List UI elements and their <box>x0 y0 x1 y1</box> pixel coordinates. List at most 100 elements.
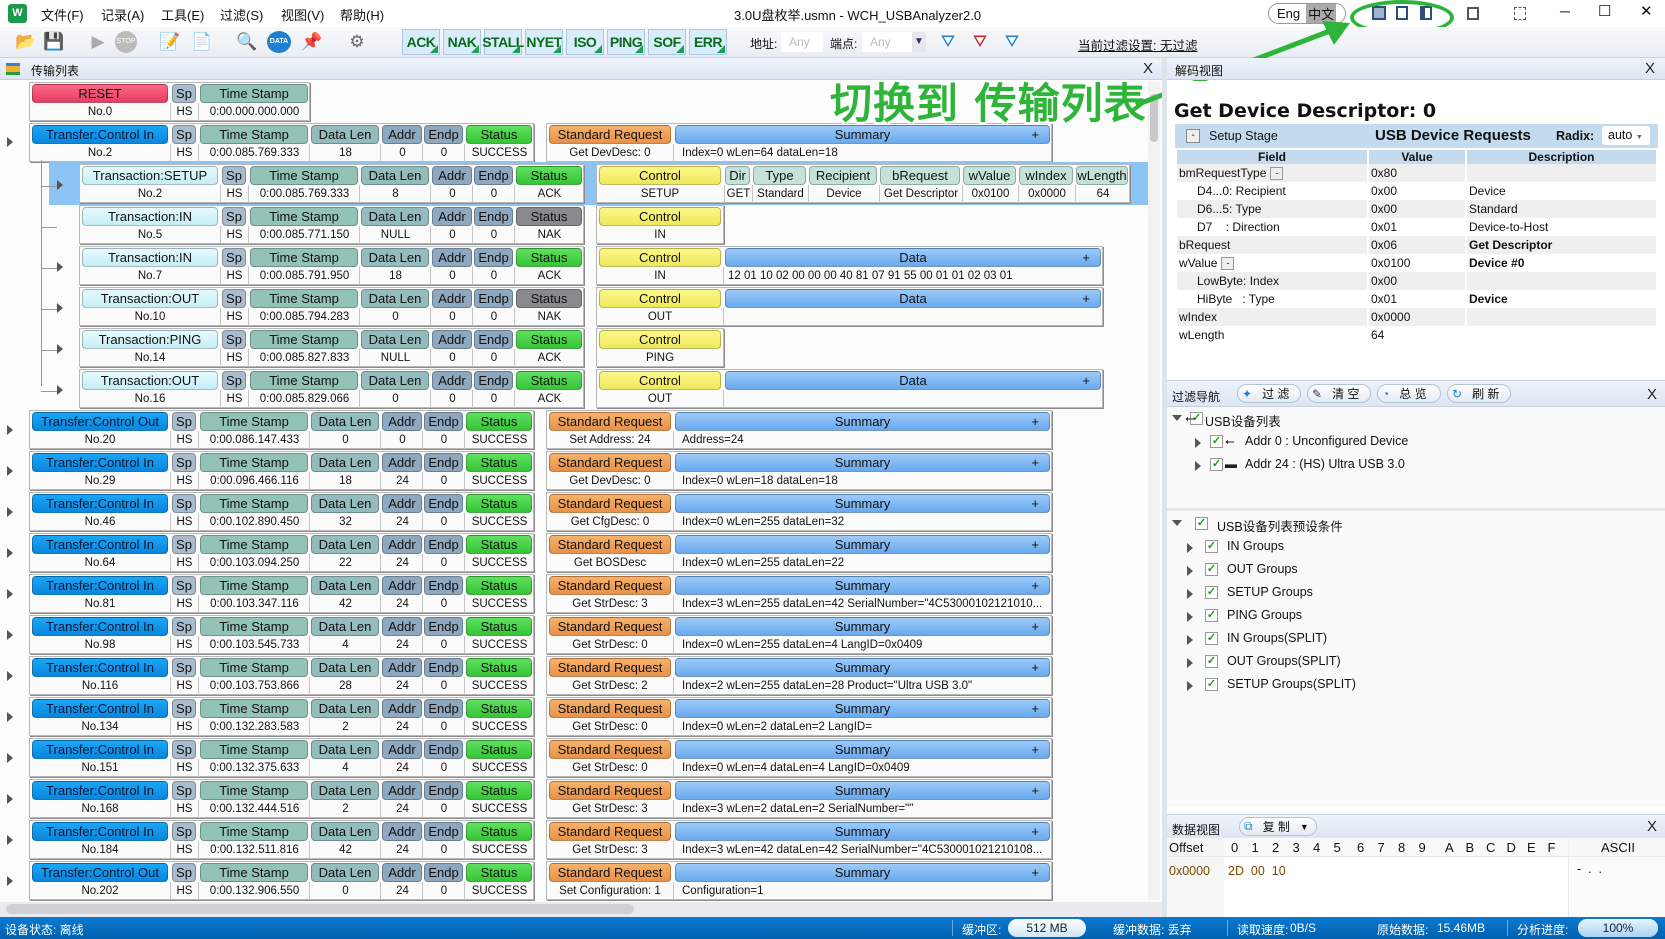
play-icon[interactable]: ▶ <box>86 30 110 54</box>
transfer-block[interactable]: Transfer:Control In No.2 Sp HS Time Stamp 0:0… <box>29 123 534 162</box>
expand-plus-icon[interactable]: + <box>1031 700 1039 717</box>
menu-help[interactable]: 帮助(H) <box>340 5 384 24</box>
transfer-block[interactable]: Transfer:Control Out No.202 Sp HS Time Stamp… <box>29 861 534 900</box>
close-decode-view-button[interactable]: X <box>1645 60 1655 77</box>
layout-button-4[interactable] <box>1467 7 1479 20</box>
filter-iso-button[interactable]: ISO <box>566 29 604 55</box>
request-block[interactable]: Standard Request Get StrDesc: 3 Summary + In… <box>546 779 1052 818</box>
checkbox[interactable]: ✓ <box>1205 586 1218 599</box>
menu-tools[interactable]: 工具(E) <box>161 5 204 24</box>
transaction-detail-block[interactable]: Control IN Data +12 01 10 02 00 00 00 40 81… <box>596 246 1103 285</box>
expand-plus-icon[interactable]: + <box>1031 577 1039 594</box>
summary-header[interactable]: Summary + <box>675 822 1050 841</box>
request-block[interactable]: Standard Request Set Configuration: 1 Summ… <box>546 861 1052 900</box>
filter-sof-button[interactable]: SOF <box>648 29 686 55</box>
summary-header[interactable]: Summary + <box>675 781 1050 800</box>
expand-arrow-icon[interactable] <box>1187 543 1193 553</box>
buffer-size[interactable]: 512 MB <box>1008 919 1086 937</box>
request-block[interactable]: Standard Request Get DevDesc: 0 Summary + In… <box>546 451 1052 490</box>
data-header[interactable]: Data + <box>725 289 1101 308</box>
edit-icon[interactable]: 📝 <box>158 30 182 54</box>
expand-plus-icon[interactable]: + <box>1031 618 1039 635</box>
decode-row[interactable]: D6...5: Type 0x00 Standard <box>1177 200 1656 218</box>
data-header[interactable]: Data + <box>725 371 1101 390</box>
open-folder-icon[interactable]: 📂 <box>14 30 38 54</box>
transaction-detail-block[interactable]: Control SETUP Dir GET Type Standard Recipient D… <box>596 164 1130 203</box>
document-icon[interactable]: 📄 <box>190 30 214 54</box>
preset-tree-item[interactable]: ✓ SETUP Groups(SPLIT) <box>1167 675 1665 695</box>
expand-plus-icon[interactable]: + <box>1031 782 1039 799</box>
summary-header[interactable]: Summary + <box>675 699 1050 718</box>
collapse-button[interactable]: - <box>1270 167 1284 181</box>
expand-plus-icon[interactable]: + <box>1031 864 1039 881</box>
expand-arrow-icon[interactable] <box>7 712 13 722</box>
filter-nak-button[interactable]: NAK <box>443 29 481 55</box>
menu-filter[interactable]: 过滤(S) <box>220 5 263 24</box>
transfer-block[interactable]: Transaction:PING No.14 Sp HS Time Stamp 0:00.… <box>79 328 584 367</box>
checkbox[interactable]: ✓ <box>1205 632 1218 645</box>
expand-arrow-icon[interactable] <box>7 671 13 681</box>
summary-header[interactable]: Summary + <box>675 576 1050 595</box>
close-data-view-button[interactable]: X <box>1647 818 1657 835</box>
request-block[interactable]: Standard Request Get BOSDesc Summary + Index… <box>546 533 1052 572</box>
transaction-detail-block[interactable]: Control OUT Data + <box>596 287 1103 326</box>
transfer-block[interactable]: Transfer:Control In No.29 Sp HS Time Stamp 0:… <box>29 451 534 490</box>
preset-tree-root[interactable]: ✓ USB设备列表预设条件 <box>1167 514 1665 534</box>
expand-arrow-icon[interactable] <box>7 630 13 640</box>
filter-ack-button[interactable]: ACK <box>402 29 440 55</box>
collapse-stage-button[interactable]: - <box>1186 129 1200 143</box>
expand-arrow-icon[interactable] <box>1187 658 1193 668</box>
expand-plus-icon[interactable]: + <box>1031 413 1039 430</box>
expand-arrow-icon[interactable] <box>57 385 63 395</box>
endpoint-select[interactable]: Any <box>862 32 912 52</box>
transfer-block[interactable]: Transfer:Control In No.184 Sp HS Time Stamp 0… <box>29 820 534 859</box>
filter-button[interactable]: ✦ 过 滤 <box>1237 384 1301 403</box>
expand-arrow-icon[interactable] <box>57 344 63 354</box>
checkbox[interactable]: ✓ <box>1205 563 1218 576</box>
transfer-block[interactable]: Transfer:Control In No.116 Sp HS Time Stamp 0… <box>29 656 534 695</box>
request-block[interactable]: Standard Request Set Address: 24 Summary + A… <box>546 410 1052 449</box>
expand-arrow-icon[interactable] <box>7 794 13 804</box>
preset-tree-item[interactable]: ✓ OUT Groups <box>1167 560 1665 580</box>
transfer-block[interactable]: Transfer:Control In No.64 Sp HS Time Stamp 0:… <box>29 533 534 572</box>
expand-arrow-icon[interactable] <box>7 466 13 476</box>
checkbox[interactable]: ✓ <box>1205 678 1218 691</box>
summary-header[interactable]: Summary + <box>675 535 1050 554</box>
transfer-block[interactable]: Transfer:Control In No.134 Sp HS Time Stamp 0… <box>29 697 534 736</box>
expand-arrow-icon[interactable] <box>57 303 63 313</box>
transfer-block[interactable]: Transaction:IN No.7 Sp HS Time Stamp 0:00.085… <box>79 246 584 285</box>
expand-arrow-icon[interactable] <box>7 835 13 845</box>
summary-header[interactable]: Summary + <box>675 412 1050 431</box>
menu-file[interactable]: 文件(F) <box>41 5 84 24</box>
horizontal-scrollbar[interactable] <box>0 902 1162 917</box>
transfer-block[interactable]: Transaction:SETUP No.2 Sp HS Time Stamp 0:00.… <box>79 164 584 203</box>
filter-ping-button[interactable]: PING <box>607 29 645 55</box>
chevron-down-icon[interactable]: ▼ <box>912 32 926 52</box>
overview-button[interactable]: ◔ 总 览 <box>1377 384 1441 403</box>
expand-arrow-icon[interactable] <box>57 180 63 190</box>
device-tree-item[interactable]: ✓ ⭠ Addr 0 : Unconfigured Device <box>1167 432 1665 452</box>
save-icon[interactable]: 💾 <box>42 30 66 54</box>
transfer-block[interactable]: Transfer:Control In No.151 Sp HS Time Stamp 0… <box>29 738 534 777</box>
expand-arrow-icon[interactable] <box>7 137 13 147</box>
expand-arrow-icon[interactable] <box>7 548 13 558</box>
transfer-block[interactable]: Transfer:Control In No.168 Sp HS Time Stamp 0… <box>29 779 534 818</box>
expand-arrow-icon[interactable] <box>1187 681 1193 691</box>
preset-tree-item[interactable]: ✓ OUT Groups(SPLIT) <box>1167 652 1665 672</box>
summary-header[interactable]: Summary + <box>675 658 1050 677</box>
decode-row[interactable]: wIndex 0x0000 <box>1177 308 1656 326</box>
vertical-scrollbar[interactable] <box>1148 82 1160 900</box>
transfer-block[interactable]: Transfer:Control In No.46 Sp HS Time Stamp 0:… <box>29 492 534 531</box>
checkbox[interactable]: ✓ <box>1205 609 1218 622</box>
horizontal-scrollbar-thumb[interactable] <box>6 904 634 914</box>
expand-arrow-icon[interactable] <box>7 425 13 435</box>
transfer-block[interactable]: Transaction:OUT No.16 Sp HS Time Stamp 0:00.0… <box>79 369 584 408</box>
decode-row[interactable]: wLength 64 <box>1177 326 1656 344</box>
decode-row[interactable]: HiByte : Type 0x01 Device <box>1177 290 1656 308</box>
expand-arrow-icon[interactable] <box>1187 635 1193 645</box>
summary-header[interactable]: Summary + <box>675 617 1050 636</box>
checkbox[interactable]: ✓ <box>1195 517 1208 530</box>
expand-arrow-icon[interactable] <box>1187 612 1193 622</box>
request-block[interactable]: Standard Request Get StrDesc: 3 Summary + In… <box>546 820 1052 859</box>
summary-header[interactable]: Summary + <box>675 740 1050 759</box>
